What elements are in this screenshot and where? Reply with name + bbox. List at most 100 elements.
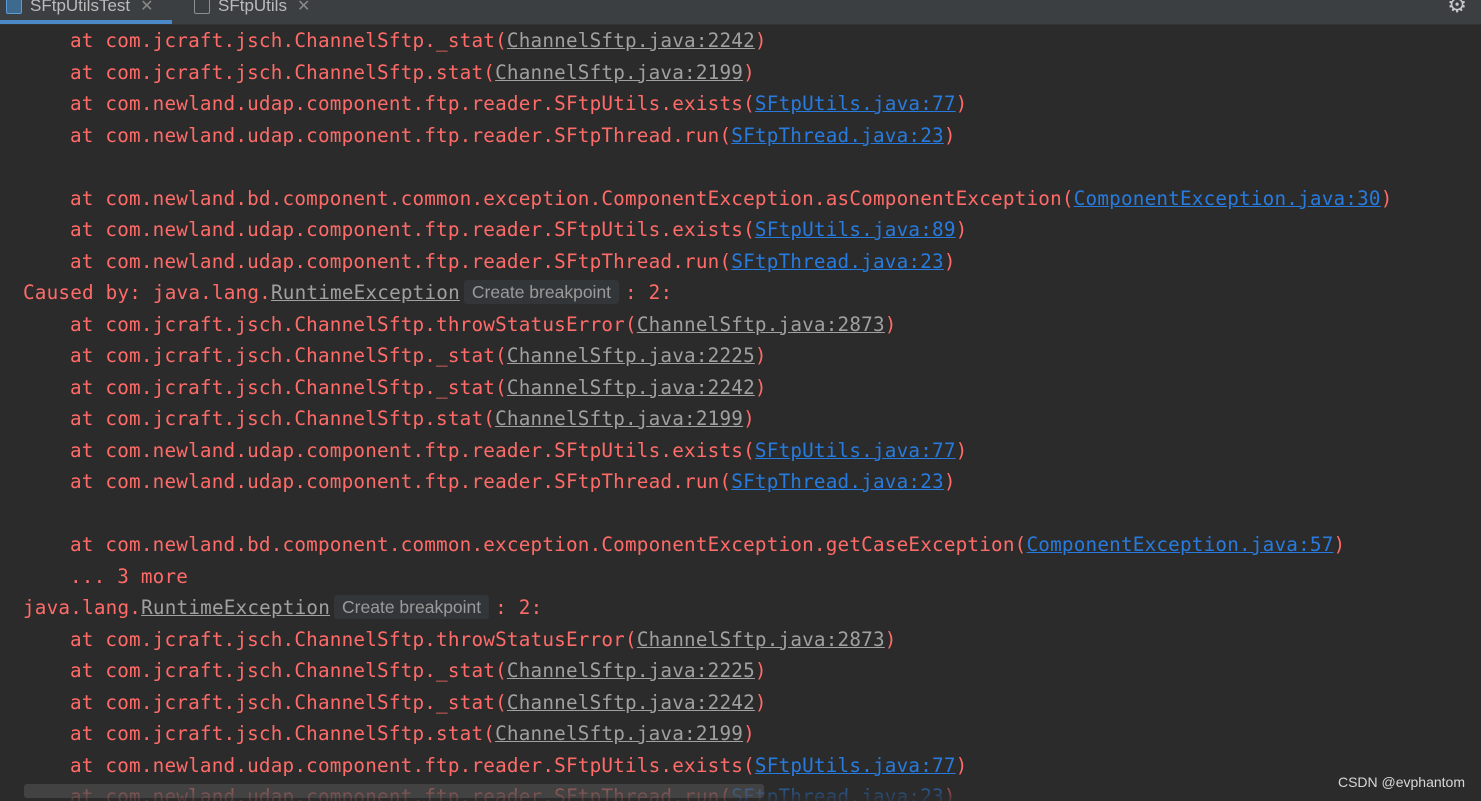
stack-frame-line: at com.jcraft.jsch.ChannelSftp.stat(Chan… <box>70 718 755 749</box>
stack-frame-suffix: ) <box>743 60 755 84</box>
exception-prefix: Caused by: java.lang. <box>23 281 271 304</box>
source-location-link[interactable]: SFtpThread.java:23 <box>731 124 944 147</box>
stack-frame-method: at com.newland.udap.component.ftp.reader… <box>70 438 755 462</box>
stack-frame-line: at com.newland.udap.component.ftp.reader… <box>70 214 967 245</box>
source-location-link[interactable]: ChannelSftp.java:2242 <box>507 376 755 399</box>
stack-frame-method: at com.jcraft.jsch.ChannelSftp._stat( <box>70 29 507 52</box>
stack-frame-method: at com.newland.udap.component.ftp.reader… <box>70 470 732 493</box>
source-location-link[interactable]: SFtpUtils.java:77 <box>755 754 956 777</box>
source-location-link[interactable]: ChannelSftp.java:2242 <box>507 29 755 52</box>
console-text-line: ... 3 more <box>70 561 188 592</box>
exception-class-link[interactable]: RuntimeException <box>271 281 460 304</box>
stack-frame-suffix: ) <box>884 312 897 336</box>
stack-frame-line: at com.newland.udap.component.ftp.reader… <box>70 466 956 497</box>
stack-frame-method: at com.jcraft.jsch.ChannelSftp._stat( <box>70 344 507 367</box>
exception-message: : 2: <box>625 281 673 304</box>
source-location-link[interactable]: ComponentException.java:30 <box>1074 187 1381 210</box>
source-location-link[interactable]: SFtpUtils.java:89 <box>755 218 956 241</box>
source-location-link[interactable]: ChannelSftp.java:2242 <box>507 691 755 714</box>
source-location-link[interactable]: ChannelSftp.java:2199 <box>495 407 743 430</box>
exception-message: : 2: <box>495 596 543 619</box>
stack-frame-line: at com.newland.udap.component.ftp.reader… <box>70 246 956 277</box>
stack-frame-suffix: ) <box>754 29 767 52</box>
stack-frame-suffix: ) <box>754 690 767 714</box>
exception-prefix: java.lang. <box>23 596 142 619</box>
stack-frame-suffix: ) <box>943 123 956 147</box>
stack-frame-line: at com.jcraft.jsch.ChannelSftp._stat(Cha… <box>70 655 767 686</box>
more-frames-text: ... 3 more <box>70 564 189 588</box>
stack-frame-line: at com.newland.bd.component.common.excep… <box>70 183 1393 214</box>
stack-frame-line: at com.newland.udap.component.ftp.reader… <box>70 435 967 466</box>
stack-frame-suffix: ) <box>743 722 755 745</box>
stack-frame-line: at com.jcraft.jsch.ChannelSftp.throwStat… <box>70 309 897 340</box>
stack-frame-method: at com.newland.bd.component.common.excep… <box>70 186 1074 210</box>
source-location-link[interactable]: SFtpThread.java:23 <box>731 250 944 273</box>
stack-frame-line: at com.jcraft.jsch.ChannelSftp._stat(Cha… <box>70 340 767 371</box>
test-file-icon <box>6 0 22 14</box>
create-breakpoint-button[interactable]: Create breakpoint <box>463 280 620 304</box>
class-file-icon <box>194 0 210 14</box>
stack-frame-line: at com.newland.bd.component.common.excep… <box>70 529 1345 560</box>
watermark: CSDN @evphantom <box>1337 774 1465 790</box>
tab-sftputils[interactable]: SFtpUtils ✕ <box>194 0 310 24</box>
stack-frame-suffix: ) <box>943 249 956 273</box>
tab-label: SFtpUtils <box>218 0 287 15</box>
stack-frame-suffix: ) <box>754 375 767 399</box>
source-location-link[interactable]: ChannelSftp.java:2225 <box>507 659 755 682</box>
stack-frame-suffix: ) <box>943 470 956 493</box>
stack-frame-method: at com.jcraft.jsch.ChannelSftp.stat( <box>70 60 496 84</box>
stack-frame-suffix: ) <box>1333 533 1346 556</box>
source-location-link[interactable]: ChannelSftp.java:2199 <box>495 61 743 84</box>
stack-frame-method: at com.newland.udap.component.ftp.reader… <box>70 92 755 115</box>
gear-icon[interactable]: ⚙ <box>1447 0 1467 18</box>
stack-frame-line: at com.newland.udap.component.ftp.reader… <box>70 88 967 119</box>
tab-label: SFtpUtilsTest <box>30 0 131 15</box>
stack-frame-method: at com.jcraft.jsch.ChannelSftp.throwStat… <box>70 312 637 336</box>
stack-frame-line: at com.jcraft.jsch.ChannelSftp._stat(Cha… <box>70 25 767 56</box>
console-output[interactable]: at com.jcraft.jsch.ChannelSftp._stat(Cha… <box>0 25 1481 801</box>
horizontal-scrollbar[interactable] <box>24 784 764 798</box>
stack-frame-method: at com.newland.udap.component.ftp.reader… <box>70 123 732 147</box>
stack-frame-method: at com.jcraft.jsch.ChannelSftp.stat( <box>70 407 496 430</box>
stack-frame-line: at com.jcraft.jsch.ChannelSftp._stat(Cha… <box>70 687 767 718</box>
stack-frame-line: at com.jcraft.jsch.ChannelSftp._stat(Cha… <box>70 372 767 403</box>
stack-frame-suffix: ) <box>955 92 968 115</box>
stack-frame-suffix: ) <box>955 218 968 241</box>
source-location-link[interactable]: ComponentException.java:57 <box>1026 533 1333 556</box>
stack-frame-line: at com.jcraft.jsch.ChannelSftp.stat(Chan… <box>70 403 755 434</box>
editor-tab-bar: SFtpUtilsTest ✕ SFtpUtils ✕ ⚙ <box>0 0 1481 25</box>
stack-frame-line: at com.newland.udap.component.ftp.reader… <box>70 750 967 781</box>
stack-frame-method: at com.newland.bd.component.common.excep… <box>70 533 1027 556</box>
stack-frame-suffix: ) <box>884 627 897 651</box>
stack-frame-method: at com.jcraft.jsch.ChannelSftp._stat( <box>70 659 507 682</box>
stack-frame-suffix: ) <box>754 344 767 367</box>
source-location-link[interactable]: ChannelSftp.java:2199 <box>495 722 743 745</box>
close-icon[interactable]: ✕ <box>140 0 153 16</box>
ide-console-window: SFtpUtilsTest ✕ SFtpUtils ✕ ⚙ at com.jcr… <box>0 0 1481 801</box>
source-location-link[interactable]: ChannelSftp.java:2225 <box>507 344 755 367</box>
stack-frame-method: at com.jcraft.jsch.ChannelSftp.throwStat… <box>70 627 637 651</box>
stack-frame-method: at com.newland.udap.component.ftp.reader… <box>70 218 755 241</box>
close-icon[interactable]: ✕ <box>297 0 310 16</box>
exception-class-link[interactable]: RuntimeException <box>141 596 330 619</box>
source-location-link[interactable]: SFtpUtils.java:77 <box>755 92 956 115</box>
exception-header-line: Caused by: java.lang.RuntimeException Cre… <box>23 277 672 308</box>
stack-frame-method: at com.jcraft.jsch.ChannelSftp._stat( <box>70 690 507 714</box>
active-tab-indicator <box>0 20 172 24</box>
stack-frame-line: at com.jcraft.jsch.ChannelSftp.throwStat… <box>70 624 897 655</box>
stack-frame-method: at com.jcraft.jsch.ChannelSftp.stat( <box>70 722 496 745</box>
stack-frame-method: at com.newland.udap.component.ftp.reader… <box>70 249 732 273</box>
stack-frame-suffix: ) <box>743 407 755 430</box>
source-location-link[interactable]: ChannelSftp.java:2873 <box>637 313 885 336</box>
source-location-link[interactable]: ChannelSftp.java:2873 <box>637 628 885 651</box>
stack-frame-method: at com.jcraft.jsch.ChannelSftp._stat( <box>70 375 507 399</box>
create-breakpoint-button[interactable]: Create breakpoint <box>334 595 490 619</box>
stack-frame-suffix: ) <box>955 753 968 777</box>
stack-frame-line: at com.jcraft.jsch.ChannelSftp.stat(Chan… <box>70 57 755 88</box>
stack-frame-line: at com.newland.udap.component.ftp.reader… <box>70 120 956 151</box>
stack-frame-suffix: ) <box>955 438 968 462</box>
source-location-link[interactable]: SFtpThread.java:23 <box>731 470 944 493</box>
stack-frame-suffix: ) <box>754 659 767 682</box>
source-location-link[interactable]: SFtpUtils.java:77 <box>755 439 956 462</box>
stack-frame-method: at com.newland.udap.component.ftp.reader… <box>70 753 755 777</box>
